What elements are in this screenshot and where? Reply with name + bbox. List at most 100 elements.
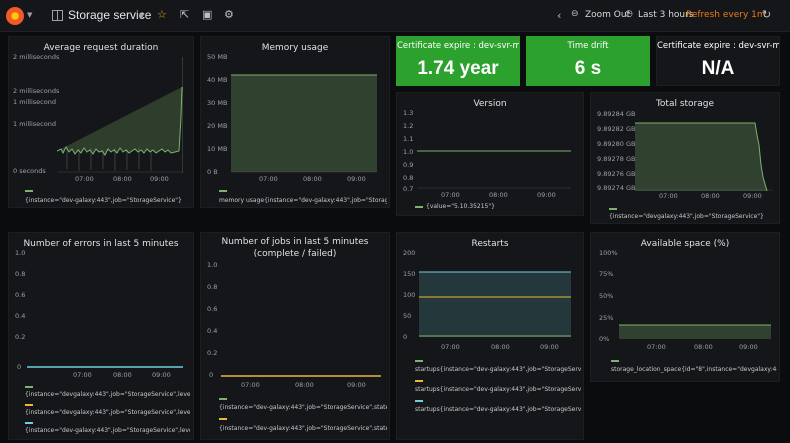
legend-item[interactable]: [611, 357, 777, 364]
y-tick: 0.7: [403, 185, 414, 193]
x-tick: 09:00: [540, 343, 559, 351]
stat-value: 1.74 year: [417, 58, 499, 79]
legend-label[interactable]: {instance="devgalaxy:443",job="StorageSe…: [25, 391, 190, 398]
panel-title: Restarts: [471, 239, 509, 249]
version-chart: [417, 150, 571, 189]
y-tick: 40 MB: [207, 76, 228, 84]
plot-area: [231, 57, 377, 173]
chevron-down-icon[interactable]: ▼: [139, 12, 144, 20]
x-tick: 08:00: [694, 343, 713, 351]
legend-swatch: [415, 205, 423, 208]
legend-label[interactable]: {instance="dev-galaxy:443",job="StorageS…: [25, 197, 190, 204]
legend-item[interactable]: [25, 187, 190, 194]
y-tick: 50 MB: [207, 53, 228, 61]
x-tick: 09:00: [347, 381, 366, 389]
legend-item[interactable]: [415, 357, 581, 364]
legend-item[interactable]: [415, 397, 581, 404]
star-icon[interactable]: ☆: [157, 8, 167, 21]
y-tick: 9.89280 GB: [597, 140, 636, 148]
legend-item[interactable]: [25, 383, 190, 390]
legend-item[interactable]: [219, 395, 387, 402]
panel-errors[interactable]: Number of errors in last 5 minutes 1.0 0…: [8, 232, 194, 440]
stat-certificate-expire-na[interactable]: Certificate expire : dev-svr-mcc N/A: [656, 36, 780, 86]
y-tick: 200: [403, 249, 416, 257]
legend-item[interactable]: {value="5.10.35215"}: [415, 203, 575, 210]
x-tick: 08:00: [295, 381, 314, 389]
y-tick: 9.89276 GB: [597, 170, 636, 178]
avg-request-chart: [57, 57, 183, 173]
legend-swatch: [415, 379, 423, 382]
panel-version[interactable]: Version 1.3 1.2 1.1 1.0 0.9 0.8 0.7 07:0…: [396, 92, 584, 216]
legend-item[interactable]: [25, 419, 190, 426]
legend-item[interactable]: [609, 205, 777, 212]
panel-title: Total storage: [655, 99, 715, 109]
panel-average-request-duration[interactable]: Average request duration 2 milliseconds …: [8, 36, 194, 208]
y-tick: 0.8: [403, 174, 414, 182]
legend-label[interactable]: memory usage{instance="dev-galaxy:443",j…: [219, 197, 387, 204]
legend-label[interactable]: storage_location_space{id="8",instance="…: [611, 366, 777, 373]
legend-swatch: [609, 207, 617, 210]
legend-swatch: [25, 189, 33, 192]
panel-restarts[interactable]: Restarts 200 150 100 50 0 07:00 08:00 09…: [396, 232, 584, 440]
panel-total-storage[interactable]: Total storage 9.89284 GB 9.89282 GB 9.89…: [590, 92, 780, 224]
x-tick: 09:00: [537, 191, 556, 199]
y-tick: 0 B: [207, 168, 218, 176]
clock-icon: ◷: [625, 9, 633, 19]
y-tick: 1 millisecond: [13, 120, 56, 128]
stat-value: N/A: [701, 58, 735, 79]
y-tick: 9.89274 GB: [597, 184, 636, 192]
chevron-left-icon[interactable]: ‹: [557, 9, 561, 22]
y-tick: 100%: [599, 249, 618, 257]
legend-swatch: [219, 417, 227, 420]
panel-title: Number of jobs in last 5 minutes (comple…: [221, 237, 369, 259]
settings-icon[interactable]: ⚙: [224, 8, 234, 21]
stat-title: Certificate expire : dev-svr-mcc: [657, 41, 779, 51]
refresh-interval[interactable]: Refresh every 1m: [686, 10, 766, 20]
plot-area: [419, 253, 571, 337]
y-tick: 20 MB: [207, 122, 228, 130]
panel-jobs[interactable]: Number of jobs in last 5 minutes (comple…: [200, 232, 390, 440]
x-tick: 09:00: [347, 175, 366, 183]
y-tick: 1.0: [15, 249, 26, 257]
legend-item[interactable]: [219, 415, 387, 422]
y-tick: 0: [403, 333, 408, 341]
y-tick: 9.89282 GB: [597, 125, 636, 133]
legend-label[interactable]: startups{instance="dev-galaxy:443",job="…: [415, 386, 581, 393]
legend-label[interactable]: {instance="dev-galaxy:443",job="StorageS…: [25, 427, 190, 434]
legend-item[interactable]: [25, 401, 190, 408]
legend-item[interactable]: [219, 187, 387, 194]
panel-available-space[interactable]: Available space (%) 100% 75% 50% 25% 0% …: [590, 232, 780, 382]
plot-area: [619, 253, 771, 339]
y-tick: 25%: [599, 314, 614, 322]
zoom-out-button[interactable]: Zoom Out: [585, 10, 630, 20]
legend-swatch: [25, 421, 33, 424]
share-icon[interactable]: ⇱: [180, 8, 189, 21]
y-tick: 0.6: [207, 305, 218, 313]
y-tick: 0.2: [15, 333, 26, 341]
y-tick: 2 milliseconds: [13, 87, 60, 95]
legend-label[interactable]: startups{instance="dev-galaxy:443",job="…: [415, 366, 581, 373]
legend-label[interactable]: {instance="dev-galaxy:443",job="StorageS…: [219, 404, 387, 411]
legend-label[interactable]: {instance="devgalaxy:443",job="StorageSe…: [25, 409, 190, 416]
legend-label[interactable]: startups{instance="dev-galaxy:443",job="…: [415, 406, 581, 413]
legend-swatch: [611, 359, 619, 362]
stat-time-drift[interactable]: Time drift 6 s: [526, 36, 650, 86]
panel-title: Average request duration: [43, 43, 159, 53]
stat-title: Certificate expire : dev-svr-mcc: [397, 41, 519, 51]
y-tick: 1.0: [403, 148, 414, 156]
panel-memory-usage[interactable]: Memory usage 50 MB 40 MB 30 MB 20 MB 10 …: [200, 36, 390, 208]
grafana-logo-icon[interactable]: [6, 7, 24, 25]
refresh-icon[interactable]: ↻: [762, 8, 771, 21]
stat-certificate-expire[interactable]: Certificate expire : dev-svr-mcc 1.74 ye…: [396, 36, 520, 86]
legend-label[interactable]: {instance="dev-galaxy:443",job="StorageS…: [219, 425, 387, 432]
y-tick: 1.1: [403, 135, 414, 143]
save-icon[interactable]: ▣: [202, 8, 212, 21]
panel-title: Number of errors in last 5 minutes: [23, 239, 179, 249]
x-tick: 09:00: [743, 192, 762, 200]
legend-item[interactable]: [415, 377, 581, 384]
y-tick: 30 MB: [207, 99, 228, 107]
caret-down-icon[interactable]: ▼: [27, 11, 32, 19]
legend-label[interactable]: {instance="devgalaxy:443",job="StorageSe…: [609, 213, 777, 220]
y-tick: 0.4: [15, 312, 26, 320]
x-tick: 09:00: [739, 343, 758, 351]
